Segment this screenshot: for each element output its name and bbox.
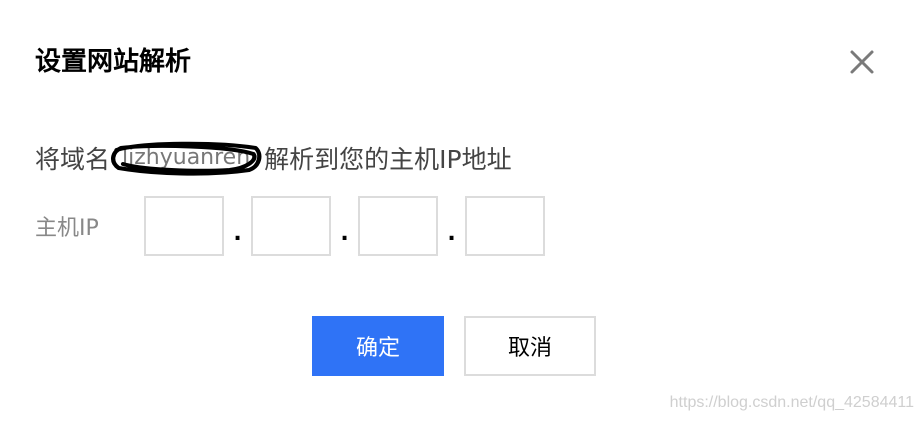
cancel-button[interactable]: 取消 [464,316,596,376]
domain-text: lizhyuanren [122,145,251,170]
confirm-button[interactable]: 确定 [312,316,444,376]
ip-octet-1[interactable] [144,196,224,256]
resolve-dialog: 设置网站解析 将域名 lizhyuanren 解析到您的主机IP地址 主机IP … [0,0,922,422]
ip-label: 主机IP [35,216,99,241]
close-button[interactable] [846,46,878,78]
watermark: https://blog.csdn.net/qq_42584411 [669,394,914,411]
description-suffix: 解析到您的主机IP地址 [264,145,512,174]
description-prefix: 将域名 [35,145,111,174]
ip-row: 主机IP . . . [35,196,545,256]
domain-name: lizhyuanren [111,141,262,176]
ip-separator: . [233,220,242,246]
ip-octet-4[interactable] [465,196,545,256]
ip-octet-2[interactable] [251,196,331,256]
ip-separator: . [447,220,456,246]
ip-octet-3[interactable] [358,196,438,256]
dialog-title: 设置网站解析 [35,47,192,77]
ip-separator: . [340,220,349,246]
resolve-description: 将域名 lizhyuanren 解析到您的主机IP地址 [35,138,512,178]
close-icon [850,50,874,74]
